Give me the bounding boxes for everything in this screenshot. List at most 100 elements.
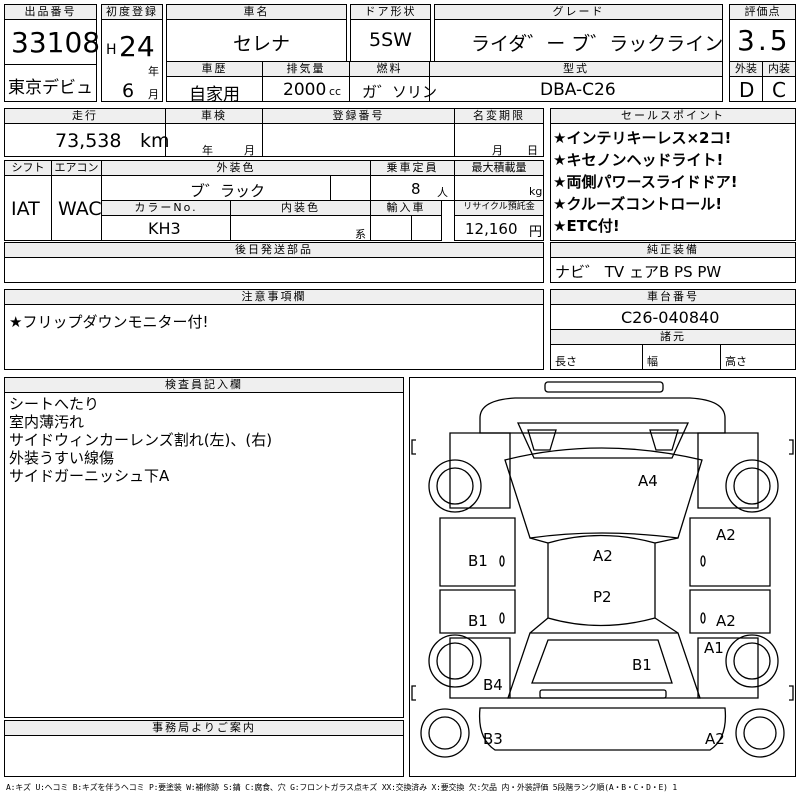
later-parts-label: 後日発送部品	[4, 242, 544, 258]
sales-point: ★キセノンヘッドライト!	[553, 151, 724, 169]
door-label: ドア形状	[350, 4, 431, 20]
interior-grade: C	[772, 78, 786, 102]
model-cell: DBA-C26	[429, 76, 723, 102]
int-color-cell: 系	[230, 215, 371, 241]
recycle-cell: 12,160 円	[454, 215, 544, 241]
inspection-year-unit: 年	[202, 144, 213, 157]
max-load-unit: kg	[529, 185, 543, 198]
car-name-label: 車名	[166, 4, 347, 20]
interior-label: 内装	[762, 61, 796, 77]
import-label: 輸入車	[370, 200, 442, 216]
debut-cell: 東京デビュ	[4, 64, 97, 102]
interior-grade-cell: C	[762, 76, 796, 102]
name-change-label: 名変期限	[454, 108, 544, 124]
caution-label: 注意事項欄	[4, 289, 544, 305]
office-label: 事務局よりご案内	[4, 720, 404, 736]
history-cell: 自家用	[166, 76, 263, 105]
sales-point: ★クルーズコントロール!	[553, 195, 723, 213]
length-cell: 長さ	[550, 344, 643, 370]
history-label: 車歴	[166, 61, 263, 77]
model: DBA-C26	[540, 80, 616, 100]
shift-cell: IAT	[4, 175, 52, 241]
damage-mark: A2	[716, 612, 736, 630]
door-type: 5SW	[369, 29, 412, 51]
ext-color-divider	[330, 176, 331, 200]
recycle-unit: 円	[529, 225, 543, 240]
lot-no: 33108	[11, 26, 101, 59]
inspector-notes: シートへたり 室内薄汚れ サイドウィンカーレンズ割れ(左)、(右) 外装うすい線…	[9, 395, 272, 485]
dims-label: 諸元	[550, 329, 796, 345]
fuel: ガ゛ソリン	[362, 83, 438, 101]
ac: WAC	[58, 198, 102, 220]
ext-color-cell: ブ゛ラック	[101, 175, 371, 201]
chassis-cell: C26-040840	[550, 304, 796, 330]
caution-cell: ★フリップダウンモニター付!	[4, 304, 544, 370]
reg-no-label: 登録番号	[262, 108, 455, 124]
int-color-label: 内装色	[230, 200, 371, 216]
capacity-cell: 8 人	[370, 175, 455, 201]
sales-point: ★ETC付!	[553, 217, 620, 235]
inspector-label: 検査員記入欄	[4, 377, 404, 393]
color-no-label: カラーNo.	[101, 200, 231, 216]
mileage-cell: 73,538 km	[4, 123, 170, 157]
caution: ★フリップダウンモニター付!	[9, 313, 209, 331]
sales-points-cell: ★インテリキーレス×2コ! ★キセノンヘッドライト! ★両側パワースライドドア!…	[550, 123, 796, 241]
inspector-note: 外装うすい線傷	[9, 449, 115, 467]
ac-label: エアコン	[51, 160, 102, 176]
damage-mark: A4	[638, 472, 658, 490]
displacement: 2000	[283, 80, 327, 100]
recycle: 12,160	[465, 220, 518, 238]
score-cell: 3.5	[729, 19, 796, 62]
damage-mark: B1	[632, 656, 652, 674]
car-outline: A4 A2 B1 A2 P2 B1 A2 A1 B1 B4 B3 A2	[411, 381, 794, 758]
import-divider	[411, 216, 412, 240]
sales-point: ★両側パワースライドドア!	[553, 173, 738, 191]
damage-mark: B4	[483, 676, 503, 694]
ext-color-label: 外装色	[101, 160, 371, 176]
first-reg-label: 初度登録	[101, 4, 163, 20]
fuel-cell: ガ゛ソリン	[349, 76, 437, 102]
damage-mark: B1	[468, 552, 488, 570]
reg-month: 6	[122, 80, 135, 102]
grade: ライダ゛ー ブ゛ラックライン	[471, 33, 724, 55]
length-label: 長さ	[555, 355, 577, 368]
history: 自家用	[189, 85, 240, 105]
fuel-label: 燃料	[349, 61, 430, 77]
inspector-note: サイドウィンカーレンズ割れ(左)、(右)	[9, 431, 273, 449]
shift-label: シフト	[4, 160, 52, 176]
max-load-label: 最大積載量	[454, 160, 544, 176]
damage-mark: B3	[483, 730, 503, 748]
first-reg-cell: H 24 年 6 月	[101, 19, 163, 102]
capacity: 8	[411, 180, 421, 198]
score: 3.5	[737, 24, 791, 57]
displacement-cell: 2000 cc	[262, 76, 350, 102]
exterior-grade-cell: D	[729, 76, 763, 102]
recycle-label: リサイクル預託金	[454, 200, 544, 216]
damage-mark: B1	[468, 612, 488, 630]
legend: A:キズ U:ヘコミ B:キズを伴うヘコミ P:要塗装 W:補修跡 S:錆 C:…	[6, 783, 677, 792]
int-color-unit: 系	[355, 228, 366, 241]
damage-mark: A1	[704, 639, 724, 657]
height-label: 高さ	[725, 355, 747, 368]
inspector-note: 室内薄汚れ	[9, 413, 85, 431]
name-change-cell: 月 日	[454, 123, 544, 157]
inspector-cell: シートへたり 室内薄汚れ サイドウィンカーレンズ割れ(左)、(右) 外装うすい線…	[4, 392, 404, 718]
inspection-cell: 年 月	[165, 123, 263, 157]
mileage: 73,538	[55, 130, 122, 152]
lot-no-cell: 33108	[4, 19, 101, 65]
car-name-cell: セレナ	[166, 19, 347, 62]
shift: IAT	[11, 198, 40, 220]
genuine-cell: ナビ゛ TV ェアB PS PW	[550, 257, 796, 283]
chassis-label: 車台番号	[550, 289, 796, 305]
sales-points-label: セールスポイント	[550, 108, 796, 124]
reg-no-cell	[262, 123, 455, 157]
max-load-cell: kg	[454, 175, 544, 201]
exterior-grade: D	[739, 78, 755, 102]
reg-year: 24	[119, 30, 155, 63]
name-change-day-unit: 日	[527, 144, 538, 157]
ac-cell: WAC	[51, 175, 102, 241]
genuine: ナビ゛ TV ェアB PS PW	[555, 263, 722, 281]
sales-point: ★インテリキーレス×2コ!	[553, 129, 732, 147]
grade-cell: ライダ゛ー ブ゛ラックライン	[434, 19, 723, 62]
genuine-label: 純正装備	[550, 242, 796, 258]
